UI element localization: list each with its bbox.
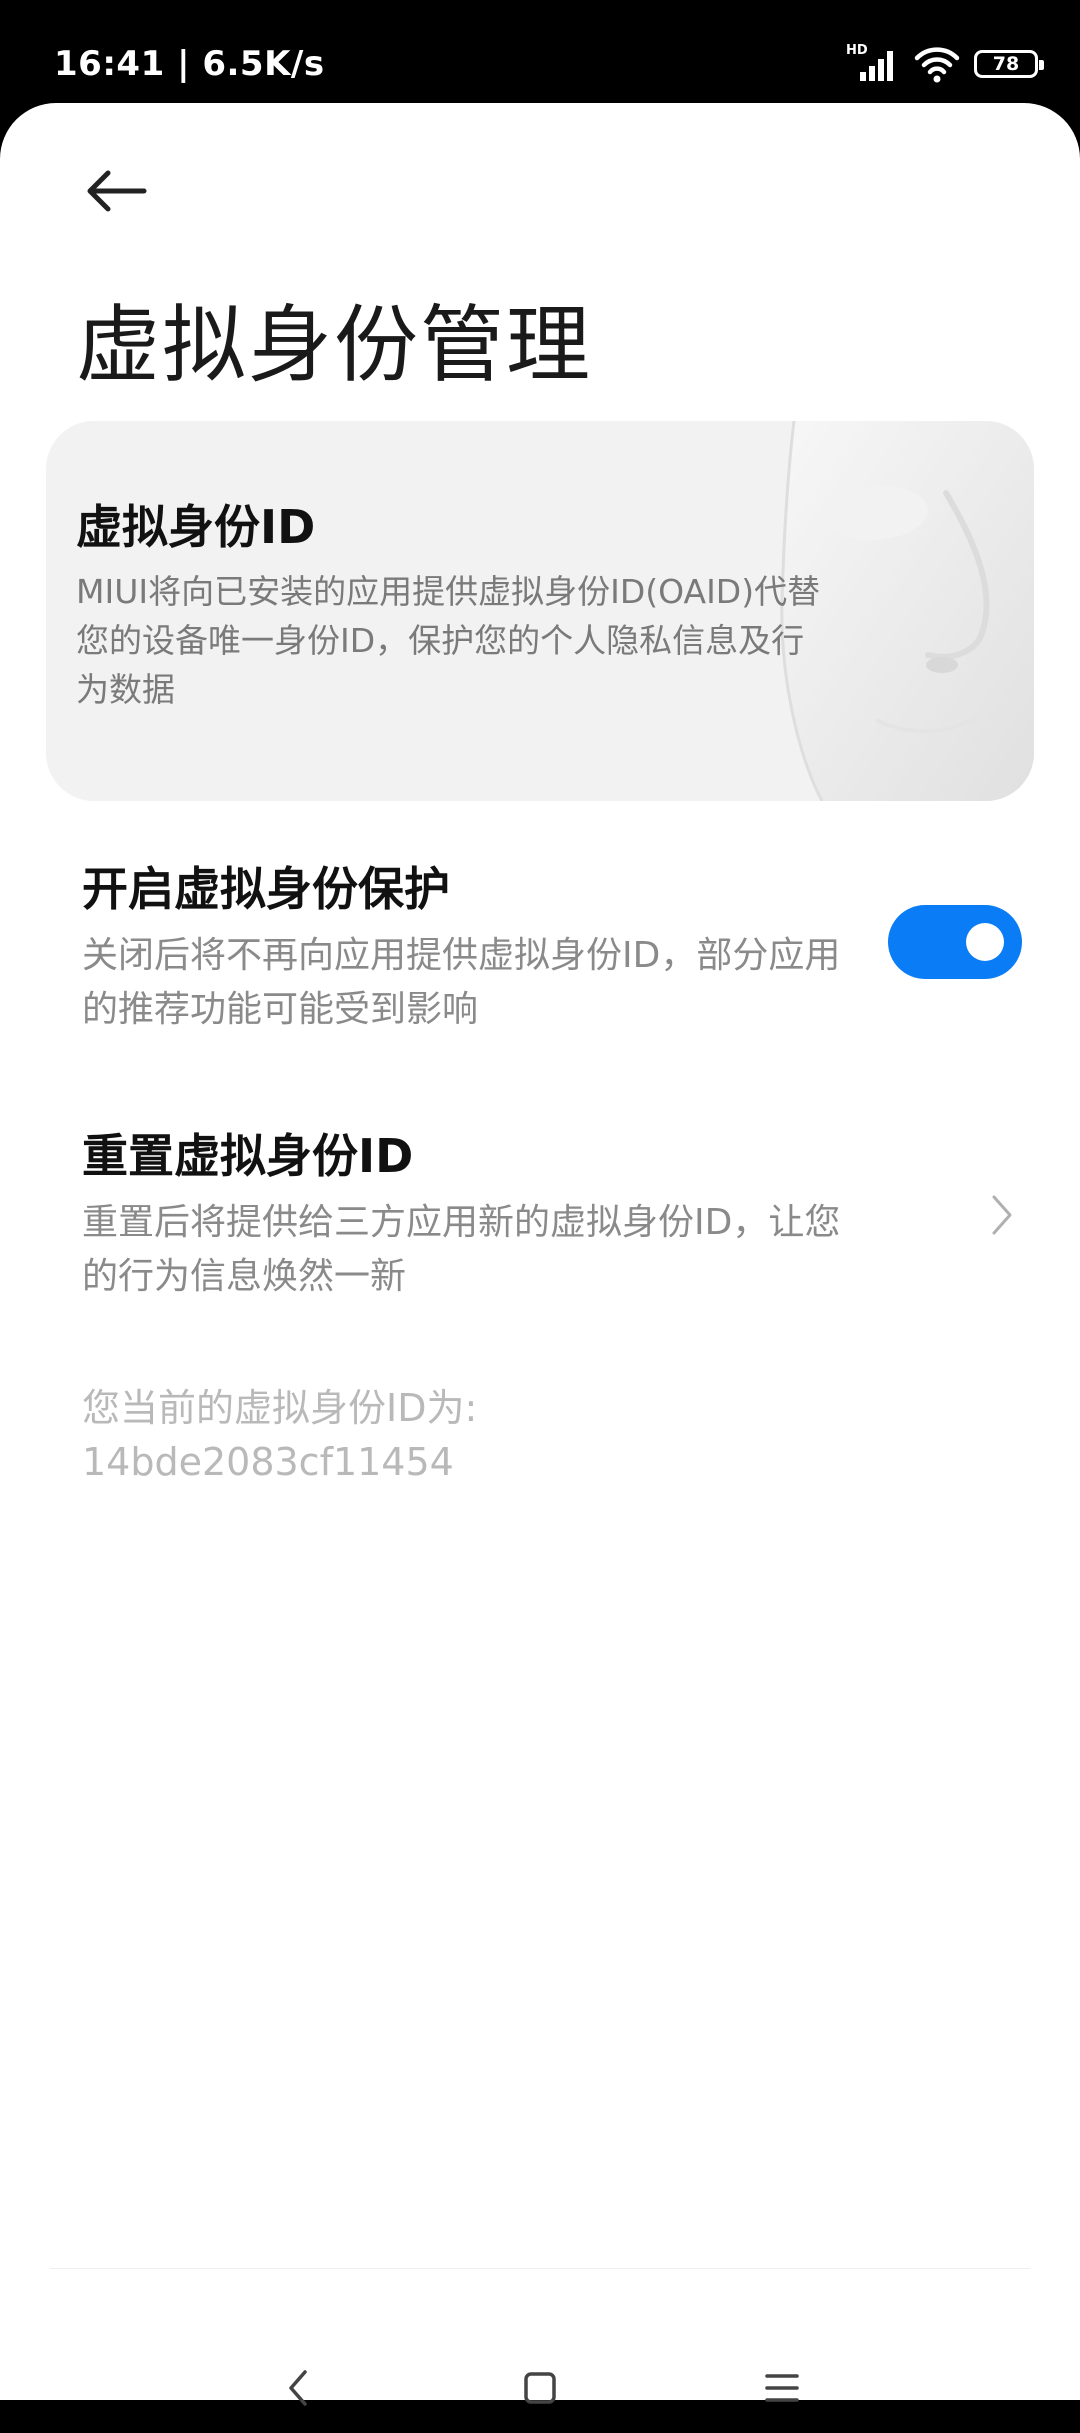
protection-setting-row[interactable]: 开启虚拟身份保护 关闭后将不再向应用提供虚拟身份ID，部分应用的推荐功能可能受到… bbox=[82, 853, 1022, 1037]
info-banner: 虚拟身份ID MIUI将向已安装的应用提供虚拟身份ID(OAID)代替您的设备唯… bbox=[46, 421, 1034, 801]
toggle-knob bbox=[966, 923, 1004, 961]
nav-back-button[interactable] bbox=[243, 2343, 353, 2433]
battery-level: 78 bbox=[992, 52, 1020, 75]
page-sheet: 虚拟身份管理 虚拟身份ID MIUI将向已安装的应用提供虚拟身份ID(OAID)… bbox=[0, 103, 1080, 2406]
nav-home-button[interactable] bbox=[485, 2343, 595, 2433]
reset-description: 重置后将提供给三方应用新的虚拟身份ID，让您的行为信息焕然一新 bbox=[82, 1202, 841, 1297]
wifi-icon bbox=[914, 44, 960, 84]
protection-description: 关闭后将不再向应用提供虚拟身份ID，部分应用的推荐功能可能受到影响 bbox=[82, 935, 841, 1030]
back-arrow-icon bbox=[87, 170, 147, 212]
status-icons: HD 78 bbox=[846, 44, 1044, 84]
protection-title: 开启虚拟身份保护 bbox=[82, 862, 450, 916]
reset-setting-row[interactable]: 重置虚拟身份ID 重置后将提供给三方应用新的虚拟身份ID，让您的行为信息焕然一新 bbox=[82, 1120, 1022, 1304]
current-id-value: 14bde2083cf11454 bbox=[82, 1440, 454, 1484]
nav-back-icon bbox=[289, 2370, 307, 2406]
banner-description: MIUI将向已安装的应用提供虚拟身份ID(OAID)代替您的设备唯一身份ID，保… bbox=[76, 572, 821, 709]
clock: 16:41 bbox=[54, 44, 165, 84]
current-id-block: 您当前的虚拟身份ID为: 14bde2083cf11454 bbox=[82, 1381, 477, 1489]
hd-signal-icon: HD bbox=[846, 44, 900, 84]
page-title: 虚拟身份管理 bbox=[76, 296, 593, 394]
chevron-right-icon bbox=[982, 1170, 1022, 1260]
status-time: 16:41 | 6.5K/s bbox=[54, 44, 325, 84]
nav-recents-button[interactable] bbox=[727, 2343, 837, 2433]
nav-recents-icon bbox=[765, 2374, 799, 2402]
back-button[interactable] bbox=[68, 143, 164, 239]
current-id-label: 您当前的虚拟身份ID为: bbox=[82, 1386, 478, 1430]
navigation-bar bbox=[0, 2343, 1080, 2433]
network-speed: 6.5K/s bbox=[202, 44, 325, 84]
protection-toggle[interactable] bbox=[888, 905, 1022, 979]
battery-icon: 78 bbox=[974, 50, 1044, 78]
reset-title: 重置虚拟身份ID bbox=[82, 1129, 414, 1183]
status-separator: | bbox=[177, 44, 190, 84]
nav-divider bbox=[50, 2268, 1030, 2269]
banner-title: 虚拟身份ID bbox=[76, 500, 316, 554]
